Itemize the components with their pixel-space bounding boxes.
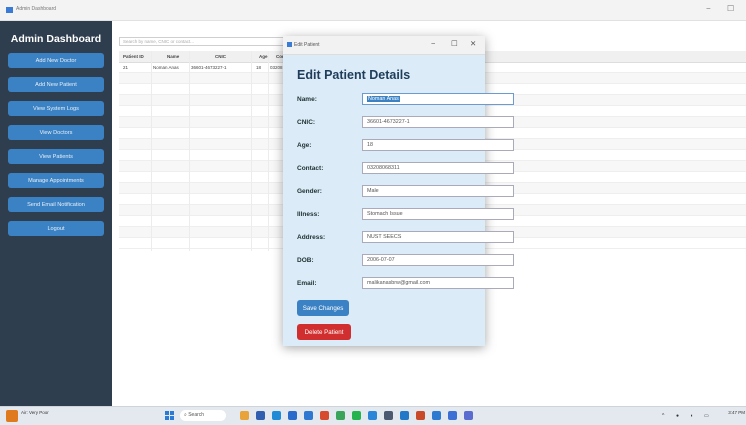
dialog-title-bar: Edit Patient − ☐ ✕ — [283, 36, 485, 55]
sidebar: Admin Dashboard Add New Doctor Add New P… — [0, 21, 112, 406]
add-new-patient-button[interactable]: Add New Patient — [8, 77, 104, 92]
spotify-icon[interactable] — [352, 411, 361, 420]
name-label: Name: — [297, 96, 317, 103]
send-email-notification-button[interactable]: Send Email Notification — [8, 197, 104, 212]
header-patient-id: Patient ID — [123, 54, 144, 59]
age-label: Age: — [297, 142, 312, 149]
edit-patient-dialog: Edit Patient − ☐ ✕ Edit Patient Details … — [283, 36, 514, 346]
gender-field[interactable]: Male — [362, 185, 514, 197]
app-icon-3[interactable] — [448, 411, 457, 420]
vscode-icon[interactable] — [400, 411, 409, 420]
clock[interactable]: 3:47 PM — [721, 410, 745, 415]
header-name: Name — [167, 54, 180, 59]
start-icon[interactable] — [165, 411, 175, 421]
manage-appointments-button[interactable]: Manage Appointments — [8, 173, 104, 188]
dialog-maximize-button[interactable]: ☐ — [451, 39, 458, 48]
office-icon[interactable] — [416, 411, 425, 420]
contact-field[interactable]: 03208068311 — [362, 162, 514, 174]
taskbar-search-label: Search — [188, 412, 205, 418]
cell-contact: 03208 — [270, 65, 283, 70]
column-divider — [151, 51, 152, 251]
app-icon-4[interactable] — [464, 411, 473, 420]
view-system-logs-button[interactable]: View System Logs — [8, 101, 104, 116]
app-icon-2[interactable] — [432, 411, 441, 420]
dialog-title: Edit Patient — [294, 42, 320, 48]
age-field[interactable]: 18 — [362, 139, 514, 151]
widgets-icon[interactable] — [240, 411, 249, 420]
volume-icon[interactable]: ◖ — [690, 413, 693, 419]
battery-icon[interactable]: ▭ — [704, 413, 709, 419]
app-icon — [6, 7, 13, 13]
chrome-icon[interactable] — [336, 411, 345, 420]
maximize-button[interactable]: ☐ — [727, 4, 734, 13]
dob-field[interactable]: 2006-07-07 — [362, 254, 514, 266]
tray-chevron-icon[interactable]: ^ — [662, 413, 664, 419]
window-title: Admin Dashboard — [16, 6, 57, 12]
email-field[interactable]: malikanasbrw@gmail.com — [362, 277, 514, 289]
cell-age: 18 — [256, 65, 262, 70]
save-changes-button[interactable]: Save Changes — [297, 300, 349, 316]
dialog-app-icon — [287, 42, 292, 47]
name-field[interactable]: Noman Anas — [362, 93, 514, 105]
add-new-doctor-button[interactable]: Add New Doctor — [8, 53, 104, 68]
gender-label: Gender: — [297, 188, 322, 195]
terminal-icon[interactable] — [384, 411, 393, 420]
dob-label: DOB: — [297, 257, 314, 264]
cell-name: Noman Anas — [153, 65, 179, 70]
view-patients-button[interactable]: View Patients — [8, 149, 104, 164]
cnic-label: CNIC: — [297, 119, 316, 126]
dialog-heading: Edit Patient Details — [297, 68, 411, 82]
taskbar: Air: Very Poor ⌕ Search ^ ● ◖ ▭ 3:47 PM — [0, 406, 746, 425]
sidebar-title: Admin Dashboard — [10, 33, 102, 45]
settings-icon[interactable] — [368, 411, 377, 420]
window-title-bar: Admin Dashboard − ☐ — [0, 0, 746, 21]
minimize-button[interactable]: − — [706, 4, 711, 13]
column-divider — [268, 51, 269, 251]
taskbar-search[interactable]: ⌕ Search — [180, 410, 226, 421]
header-age: Age — [259, 54, 268, 59]
mail-icon[interactable] — [304, 411, 313, 420]
dialog-minimize-button[interactable]: − — [431, 39, 435, 48]
search-input[interactable]: Search by name, CNIC or contact... — [119, 37, 297, 46]
cell-cnic: 36601-4673227-1 — [191, 65, 227, 70]
edge-icon[interactable] — [272, 411, 281, 420]
store-icon[interactable] — [288, 411, 297, 420]
weather-icon[interactable] — [6, 410, 18, 422]
network-icon[interactable]: ● — [676, 413, 679, 419]
file-explorer-icon[interactable] — [256, 411, 265, 420]
address-field[interactable]: NUST SEECS — [362, 231, 514, 243]
header-cnic: CNIC — [215, 54, 226, 59]
column-divider — [251, 51, 252, 251]
cnic-field[interactable]: 36601-4673227-1 — [362, 116, 514, 128]
weather-text: Air: Very Poor — [21, 410, 49, 415]
view-doctors-button[interactable]: View Doctors — [8, 125, 104, 140]
email-label: Email: — [297, 280, 317, 287]
address-label: Address: — [297, 234, 326, 241]
photos-icon[interactable] — [320, 411, 329, 420]
logout-button[interactable]: Logout — [8, 221, 104, 236]
contact-label: Contact: — [297, 165, 324, 172]
illness-label: Illness: — [297, 211, 320, 218]
dialog-close-button[interactable]: ✕ — [470, 39, 476, 48]
name-field-value: Noman Anas — [367, 96, 400, 102]
delete-patient-button[interactable]: Delete Patient — [297, 324, 351, 340]
cell-patient-id: 21 — [123, 65, 129, 70]
column-divider — [189, 51, 190, 251]
illness-field[interactable]: Stomach Issue — [362, 208, 514, 220]
